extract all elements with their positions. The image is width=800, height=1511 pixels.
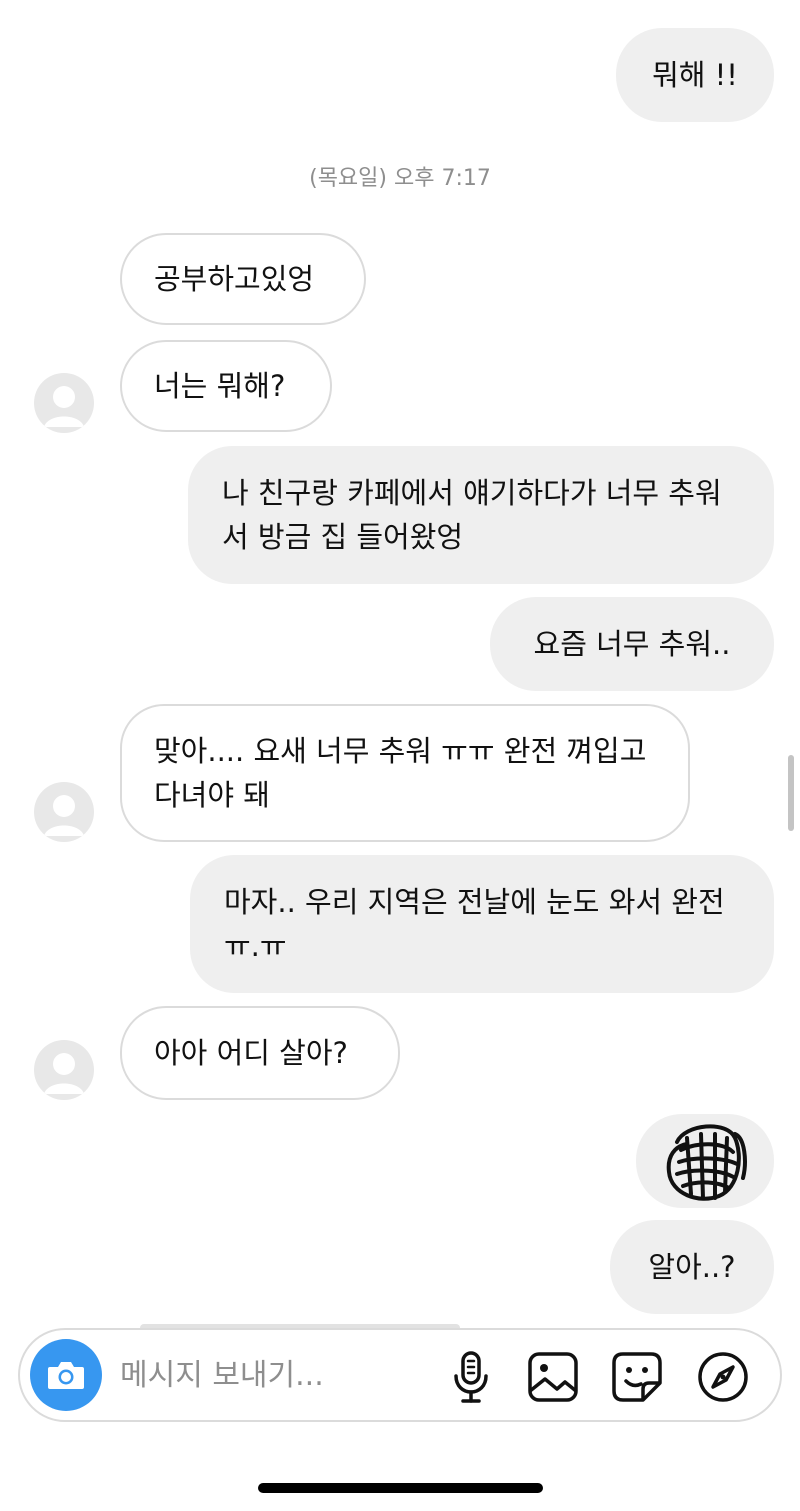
- message-text: 요즘 너무 추워..: [533, 627, 731, 661]
- message-bubble-received[interactable]: 공부하고있엉: [120, 233, 366, 325]
- chat-screen: 뭐해 !! (목요일) 오후 7:17 공부하고있엉 너는 뭐해? 나 친구랑 …: [0, 0, 800, 1511]
- message-bubble-sent[interactable]: 요즘 너무 추워..: [490, 597, 774, 691]
- message-text: 공부하고있엉: [154, 262, 315, 296]
- message-bubble-received[interactable]: 맞아.... 요새 너무 추워 ㅠㅠ 완전 껴입고 다녀야 돼: [120, 704, 690, 842]
- camera-button[interactable]: [30, 1339, 102, 1411]
- home-indicator[interactable]: [258, 1483, 543, 1493]
- message-text: 마자.. 우리 지역은 전날에 눈도 와서 완전 ㅠ.ㅠ: [224, 885, 725, 963]
- redacted-scribble-icon: [666, 1124, 747, 1201]
- scrollbar-thumb[interactable]: [788, 755, 794, 831]
- message-composer: [18, 1328, 782, 1422]
- sticker-button[interactable]: [610, 1350, 664, 1404]
- contact-avatar[interactable]: [34, 1040, 94, 1100]
- message-text: 너는 뭐해?: [154, 369, 286, 403]
- avatar-placeholder-icon: [44, 1053, 84, 1094]
- camera-icon: [48, 1362, 84, 1389]
- message-bubble-received[interactable]: 아아 어디 살아?: [120, 1006, 400, 1100]
- explore-icon: [698, 1352, 748, 1402]
- contact-avatar[interactable]: [34, 782, 94, 842]
- message-bubble-sent[interactable]: 알아..?: [610, 1220, 774, 1314]
- message-text: 맞아.... 요새 너무 추워 ㅠㅠ 완전 껴입고 다녀야 돼: [154, 734, 647, 812]
- contact-avatar[interactable]: [34, 373, 94, 433]
- avatar-placeholder-icon: [44, 795, 84, 836]
- gallery-button[interactable]: [526, 1350, 580, 1404]
- message-bubble-received[interactable]: 너는 뭐해?: [120, 340, 332, 432]
- sticker-icon: [612, 1352, 662, 1402]
- message-bubble-sent-redacted[interactable]: [636, 1114, 774, 1208]
- message-input[interactable]: [120, 1351, 440, 1399]
- message-text: 아아 어디 살아?: [154, 1036, 348, 1070]
- message-text: 나 친구랑 카페에서 얘기하다가 너무 추워서 방금 집 들어왔엉: [222, 476, 722, 554]
- microphone-icon: [454, 1351, 488, 1403]
- message-timestamp: (목요일) 오후 7:17: [309, 166, 491, 191]
- microphone-button[interactable]: [444, 1350, 498, 1404]
- message-text: 뭐해 !!: [652, 58, 738, 92]
- message-bubble-sent[interactable]: 마자.. 우리 지역은 전날에 눈도 와서 완전 ㅠ.ㅠ: [190, 855, 774, 993]
- gallery-icon: [528, 1352, 578, 1402]
- message-bubble-sent[interactable]: 나 친구랑 카페에서 얘기하다가 너무 추워서 방금 집 들어왔엉: [188, 446, 774, 584]
- message-bubble-sent[interactable]: 뭐해 !!: [616, 28, 774, 122]
- avatar-placeholder-icon: [44, 386, 84, 427]
- message-text: 알아..?: [648, 1250, 736, 1284]
- explore-button[interactable]: [696, 1350, 750, 1404]
